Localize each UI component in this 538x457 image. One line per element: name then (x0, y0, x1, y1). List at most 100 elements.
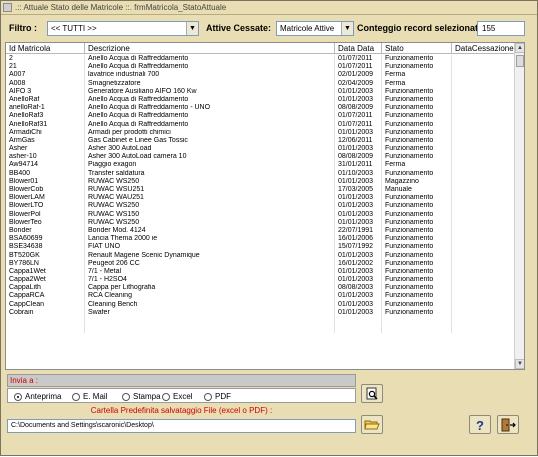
column-header[interactable]: Data Data (335, 43, 382, 54)
table-row[interactable]: AnelloRaf Anello Acqua di Raffreddamento 0… (6, 95, 515, 105)
table-row[interactable]: Aw94714 Piaggio exagon 31/01/2011 Ferma (6, 161, 515, 170)
table-cell: ArmadiChi (6, 128, 85, 137)
table-row[interactable]: BlowerTeo RUWAC WS250 01/01/2003 Funzioname… (6, 218, 515, 227)
column-header[interactable]: Id Matricola (6, 43, 85, 54)
table-row[interactable]: BlowerLAM RUWAC WAU251 01/01/2003 Funzionam… (6, 194, 515, 203)
table-row[interactable]: Cappa1Wet 7/1 - Metal 01/01/2003 Funzioname… (6, 267, 515, 277)
scroll-thumb[interactable] (516, 55, 524, 67)
table-cell: Funzionamento (382, 259, 452, 268)
table-row[interactable]: BSE34638 FIAT UNO 15/07/1992 Funzionamento (6, 243, 515, 252)
table-row[interactable]: asher-10 Asher 300 AutoLoad camera 10 08/0… (6, 153, 515, 162)
table-row[interactable]: 21 Anello Acqua di Raffreddamento 01/07/20… (6, 63, 515, 72)
table-row[interactable]: Cobrain Swafer 01/01/2003 Funzionamento (6, 308, 515, 317)
table-cell: Funzionamento (382, 87, 452, 96)
table-cell: 01/01/2003 (335, 300, 382, 309)
table-cell: 17/03/2005 (335, 186, 382, 195)
table-cell (452, 87, 515, 96)
filter-combo-value: << TUTTI >> (51, 24, 97, 33)
table-cell: 7/1 - Metal (85, 267, 335, 277)
table-cell: 08/08/2003 (335, 284, 382, 293)
table-row[interactable]: BlowerCob RUWAC WSU251 17/03/2005 Manuale (6, 186, 515, 195)
table-row[interactable]: BSA60699 Lancia Thema 2000 ie 16/01/2006 Fu… (6, 235, 515, 244)
table-row[interactable]: CappaLith Cappa per Lithografia 08/08/2003… (6, 284, 515, 293)
table-row[interactable]: Asher Asher 300 AutoLoad 01/01/2003 Funzion… (6, 145, 515, 154)
table-row[interactable]: AIFO 3 Generatore Ausiliario AIFO 160 Kw 0… (6, 87, 515, 96)
table-cell: Ferma (382, 71, 452, 80)
help-button[interactable]: ? (469, 415, 491, 434)
table-cell: Funzionamento (382, 292, 452, 301)
column-header[interactable]: Descrizione (85, 43, 335, 54)
table-cell: 01/01/2003 (335, 218, 382, 227)
table-row[interactable] (6, 317, 515, 326)
radio-pdf[interactable]: PDF (204, 391, 231, 402)
table-cell: 02/04/2009 (335, 79, 382, 88)
radio-excel[interactable]: Excel (162, 391, 193, 402)
table-row[interactable]: Cappa2Wet 7/1 - H2SO4 01/01/2003 Funzioname… (6, 276, 515, 285)
matricole-table[interactable]: Id Matricola Descrizione Data Data Stato… (5, 42, 525, 370)
table-cell (452, 300, 515, 309)
radio-label: Anteprima (25, 392, 62, 401)
table-cell: Funzionamento (382, 226, 452, 236)
table-cell (452, 308, 515, 317)
table-cell: Piaggio exagon (85, 161, 335, 170)
table-cell: 08/08/2009 (335, 104, 382, 113)
table-row[interactable]: anelloRaf-1 Anello Acqua di Raffreddament… (6, 104, 515, 113)
table-row[interactable] (6, 325, 515, 334)
table-cell: Asher 300 AutoLoad (85, 145, 335, 154)
table-row[interactable]: 2 Anello Acqua di Raffreddamento 01/07/201… (6, 55, 515, 64)
column-header[interactable]: DataCessazione (452, 43, 515, 54)
radio-label: Excel (173, 392, 193, 401)
table-row[interactable]: AnelloRaf3 Anello Acqua di Raffreddamento… (6, 112, 515, 121)
chevron-down-icon[interactable]: ▼ (186, 22, 198, 35)
scroll-down-icon[interactable]: ▼ (515, 359, 524, 369)
table-row[interactable]: BlowerLTO RUWAC WS250 01/01/2003 Funzioname… (6, 202, 515, 211)
table-row[interactable]: BT520GK Renault Magene Scenic Dynamique 01… (6, 251, 515, 260)
table-row[interactable]: BY786LN Peugeot 206 CC 16/01/2002 Funzionam… (6, 259, 515, 268)
table-row[interactable]: BB400 Transfer saldatura 01/10/2003 Funzion… (6, 169, 515, 178)
conteggio-label: Conteggio record selezionati : (357, 23, 487, 33)
table-row[interactable]: BlowerPol RUWAC WS150 01/01/2003 Funzioname… (6, 210, 515, 219)
chevron-down-icon[interactable]: ▼ (341, 22, 353, 35)
table-row[interactable]: CappClean Cleaning Bench 01/01/2003 Funzion… (6, 300, 515, 309)
radio-email[interactable]: E. Mail (72, 391, 107, 402)
table-cell: Lancia Thema 2000 ie (85, 235, 335, 244)
vertical-scrollbar[interactable]: ▲ ▼ (514, 43, 524, 369)
table-cell: BlowerTeo (6, 218, 85, 227)
table-cell: Funzionamento (382, 63, 452, 72)
radio-dot (204, 392, 212, 401)
table-cell: Funzionamento (382, 112, 452, 121)
attive-cessate-combo[interactable]: Matricole Attive ▼ (276, 21, 354, 36)
table-cell: Armadi per prodotti chimici (85, 128, 335, 137)
table-cell: Cobrain (6, 308, 85, 317)
table-row[interactable]: AnelloRaf31 Anello Acqua di Raffreddament… (6, 120, 515, 129)
table-cell: FIAT UNO (85, 243, 335, 252)
table-cell: Funzionamento (382, 300, 452, 309)
filter-combo[interactable]: << TUTTI >> ▼ (47, 21, 199, 36)
output-radio-group: Anteprima E. Mail Stampa Excel PDF (7, 388, 356, 403)
preview-button[interactable] (361, 384, 383, 403)
column-header[interactable]: Stato (382, 43, 452, 54)
exit-button[interactable] (497, 415, 519, 434)
table-row[interactable]: ArmadiChi Armadi per prodotti chimici 01/0… (6, 128, 515, 137)
table-cell: Funzionamento (382, 276, 452, 285)
title-bar: .:: Attuale Stato delle Matricole ::. fr… (1, 1, 537, 15)
table-cell: Funzionamento (382, 194, 452, 203)
table-row[interactable]: A007 lavatrice industriali 700 02/01/2009 F… (6, 71, 515, 80)
table-cell: Renault Magene Scenic Dynamique (85, 251, 335, 260)
folder-path-field[interactable]: C:\Documents and Settings\scaronic\Deskt… (7, 419, 356, 433)
table-row[interactable]: ArmGas Gas Cabinet e Linee Gas Tossic 12/0… (6, 136, 515, 146)
table-row[interactable]: Blower01 RUWAC WS250 01/01/2003 Magazzino (6, 177, 515, 186)
table-cell (452, 243, 515, 252)
table-header: Id Matricola Descrizione Data Data Stato… (6, 43, 515, 54)
table-cell: A007 (6, 71, 85, 80)
radio-anteprima[interactable]: Anteprima (14, 391, 61, 402)
table-row[interactable]: CappaRCA RCA Cleaning 01/01/2003 Funzioname… (6, 292, 515, 301)
table-row[interactable]: Bonder Bonder Mod. 4124 22/07/1991 Funziona… (6, 226, 515, 236)
table-cell: 01/01/2003 (335, 95, 382, 105)
browse-folder-button[interactable] (361, 415, 383, 434)
table-row[interactable]: A008 Smagnetizzatore 02/04/2009 Ferma (6, 79, 515, 88)
table-cell: Generatore Ausiliario AIFO 160 Kw (85, 87, 335, 96)
scroll-up-icon[interactable]: ▲ (515, 43, 524, 53)
radio-stampa[interactable]: Stampa (122, 391, 161, 402)
table-cell: Blower01 (6, 177, 85, 186)
